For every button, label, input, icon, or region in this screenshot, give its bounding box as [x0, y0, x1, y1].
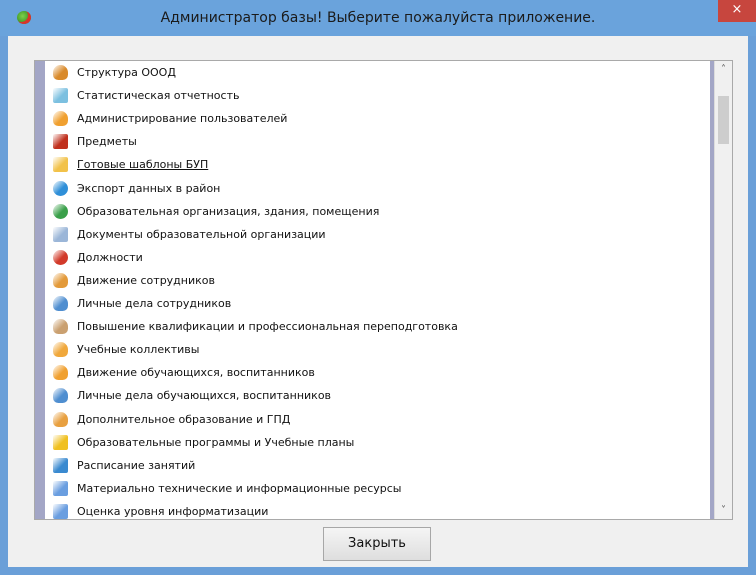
- app-window: Администратор базы! Выберите пожалуйста …: [0, 0, 756, 575]
- list-item[interactable]: Оценка уровня информатизации: [45, 500, 710, 519]
- list-item[interactable]: Документы образовательной организации: [45, 223, 710, 246]
- scroll-up-arrow-icon[interactable]: ˄: [715, 61, 732, 78]
- list-item[interactable]: Должности: [45, 246, 710, 269]
- list-item-label: Образовательные программы и Учебные план…: [77, 435, 355, 449]
- schedule-icon: [53, 457, 68, 473]
- list-item[interactable]: Экспорт данных в район: [45, 177, 710, 200]
- position-icon: [53, 249, 68, 265]
- list-item-label: Должности: [77, 250, 143, 264]
- groups-icon: [53, 342, 68, 358]
- scroll-thumb[interactable]: [718, 96, 729, 144]
- list-item[interactable]: Учебные коллективы: [45, 338, 710, 361]
- list-item-label: Экспорт данных в район: [77, 181, 221, 195]
- list-item-label: Материально технические и информационные…: [77, 481, 402, 495]
- application-list[interactable]: Структура ОООД Статистическая отчетность А…: [34, 60, 733, 520]
- list-item[interactable]: Расписание занятий: [45, 454, 710, 477]
- list-item-label: Личные дела сотрудников: [77, 297, 232, 310]
- list-item-label: Учебные коллективы: [77, 343, 200, 357]
- student-move-icon: [53, 365, 68, 381]
- list-item[interactable]: Администрирование пользователей: [45, 107, 710, 130]
- list-item-label: Дополнительное образование и ГПД: [77, 412, 291, 426]
- student-files-icon: [53, 388, 68, 404]
- dialog-body: Структура ОООД Статистическая отчетность А…: [8, 36, 748, 567]
- list-item[interactable]: Готовые шаблоны БУП: [45, 153, 710, 176]
- list-item[interactable]: Движение сотрудников: [45, 269, 710, 292]
- list-item[interactable]: Материально технические и информационные…: [45, 477, 710, 500]
- list-item-label: Готовые шаблоны БУП: [77, 158, 209, 172]
- list-item-label: Предметы: [77, 135, 137, 149]
- list-item[interactable]: Личные дела сотрудников: [45, 292, 710, 315]
- list-item-label: Расписание занятий: [77, 458, 196, 472]
- scroll-down-arrow-icon[interactable]: ˅: [715, 502, 732, 519]
- employee-files-icon: [53, 296, 68, 311]
- list-left-border: [35, 61, 45, 519]
- list-item-label: Структура ОООД: [77, 66, 176, 79]
- list-item-label: Оценка уровня информатизации: [77, 504, 269, 518]
- export-icon: [53, 180, 68, 196]
- vertical-scrollbar[interactable]: ˄ ˅: [714, 61, 732, 519]
- list-item[interactable]: Образовательная организация, здания, пом…: [45, 200, 710, 223]
- user-icon: [53, 111, 68, 127]
- list-item[interactable]: Личные дела обучающихся, воспитанников: [45, 384, 710, 407]
- people-icon: [53, 65, 68, 80]
- documents-icon: [53, 226, 68, 242]
- list-item-label: Администрирование пользователей: [77, 112, 288, 126]
- window-close-button[interactable]: ×: [718, 0, 756, 22]
- list-item[interactable]: Статистическая отчетность: [45, 84, 710, 107]
- list-item-label: Статистическая отчетность: [77, 89, 240, 103]
- window-title: Администратор базы! Выберите пожалуйста …: [160, 10, 596, 26]
- list-item[interactable]: Движение обучающихся, воспитанников: [45, 361, 710, 384]
- programs-icon: [53, 434, 68, 450]
- list-item-label: Образовательная организация, здания, пом…: [77, 204, 380, 218]
- list-item[interactable]: Образовательные программы и Учебные план…: [45, 431, 710, 454]
- report-icon: [53, 88, 68, 104]
- list-item[interactable]: Повышение квалификации и профессиональна…: [45, 315, 710, 338]
- list-item[interactable]: Дополнительное образование и ГПД: [45, 408, 710, 431]
- employee-move-icon: [53, 272, 68, 288]
- training-icon: [53, 319, 68, 335]
- list-item-label: Личные дела обучающихся, воспитанников: [77, 389, 332, 403]
- list-item[interactable]: Структура ОООД: [45, 61, 710, 84]
- board-icon: [53, 134, 68, 150]
- list-item-label: Движение обучающихся, воспитанников: [77, 366, 315, 380]
- list-item-label: Повышение квалификации и профессиональна…: [77, 320, 458, 334]
- title-bar[interactable]: Администратор базы! Выберите пожалуйста …: [0, 0, 756, 36]
- folder-icon: [53, 157, 68, 173]
- list-item[interactable]: Предметы: [45, 130, 710, 153]
- building-icon: [53, 203, 68, 219]
- resources-icon: [53, 480, 68, 496]
- informatization-icon: [53, 503, 68, 519]
- list-item-label: Документы образовательной организации: [77, 227, 326, 241]
- list-item-label: Движение сотрудников: [77, 273, 215, 287]
- close-button[interactable]: Закрыть: [323, 527, 431, 561]
- extra-education-icon: [53, 411, 68, 427]
